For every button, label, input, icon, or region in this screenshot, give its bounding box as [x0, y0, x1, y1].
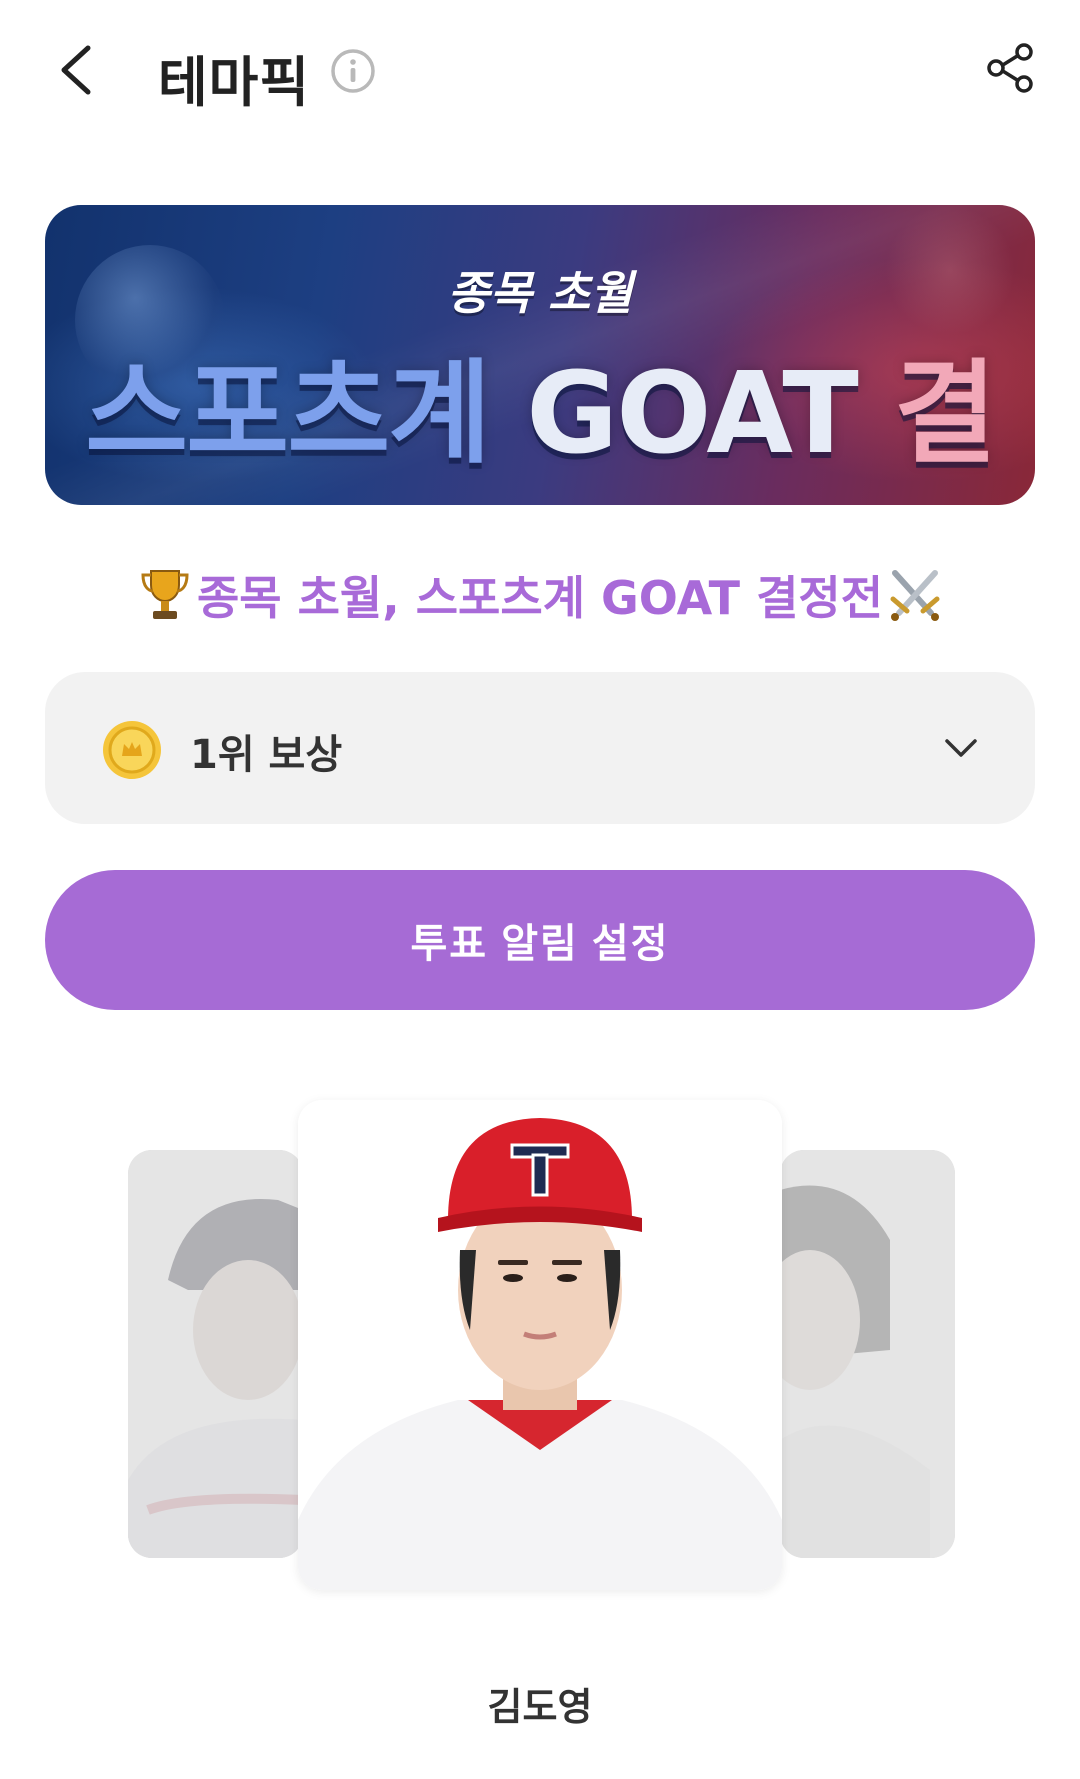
vote-alert-label: 투표 알림 설정: [410, 922, 670, 966]
theme-headline: 종목 초월, 스포츠계 GOAT 결정전: [0, 560, 1080, 630]
chevron-left-icon: [61, 45, 91, 95]
trophy-icon: [141, 570, 189, 619]
info-button[interactable]: [330, 48, 376, 94]
share-button[interactable]: [982, 40, 1038, 96]
event-banner[interactable]: 종목 초월 스포츠계 GOAT 결정전!: [45, 205, 1035, 505]
back-button[interactable]: [50, 38, 110, 102]
reward-dropdown[interactable]: 1위 보상: [45, 672, 1035, 824]
card-dim-overlay: [780, 1150, 955, 1558]
banner-subtitle: 종목 초월: [447, 266, 633, 320]
card-dim-overlay: [128, 1150, 303, 1558]
headline-text: 종목 초월, 스포츠계 GOAT 결정전: [196, 571, 884, 625]
banner-title-part2: GOAT: [526, 349, 859, 479]
player-photo: [298, 1100, 782, 1590]
banner-title-part1: 스포츠계: [85, 349, 491, 479]
player-name: 김도영: [487, 1685, 593, 1729]
banner-title: 스포츠계 GOAT 결정전!: [45, 323, 1035, 505]
page-title: 테마픽: [158, 51, 311, 114]
crossed-swords-icon: [890, 570, 940, 621]
previous-player-card[interactable]: [128, 1150, 303, 1558]
theme-pick-page: 테마픽 종목 초월 스포츠계 GOAT 결정전!: [0, 0, 1080, 1779]
current-player-card[interactable]: [298, 1100, 782, 1590]
share-icon: [987, 43, 1033, 93]
chevron-down-icon: [945, 739, 977, 757]
coin-icon: [103, 721, 161, 779]
next-player-card[interactable]: [780, 1150, 955, 1558]
reward-label: 1위 보상: [190, 732, 343, 778]
header: 테마픽: [0, 0, 1080, 140]
info-icon: [331, 49, 375, 93]
vote-alert-button[interactable]: 투표 알림 설정: [45, 870, 1035, 1010]
player-carousel[interactable]: [0, 1100, 1080, 1620]
